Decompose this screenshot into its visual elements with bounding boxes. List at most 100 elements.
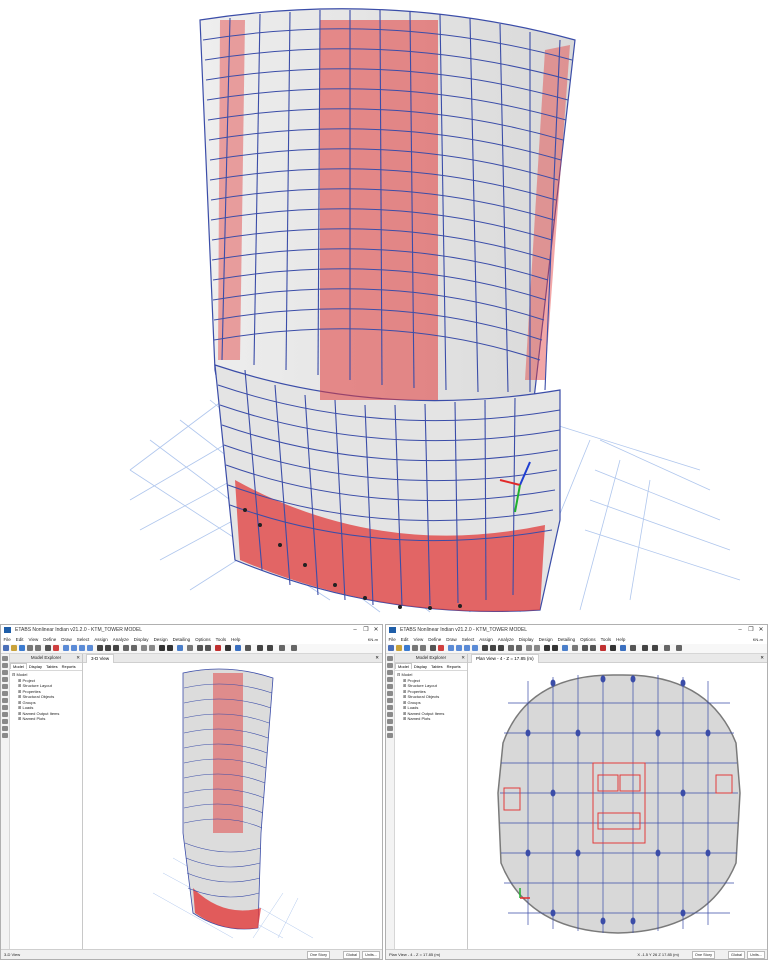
pointer-icon[interactable] (387, 656, 393, 661)
run-analysis-icon[interactable] (438, 645, 444, 651)
draw-link-icon[interactable] (387, 712, 393, 717)
draw-column-icon[interactable] (387, 677, 393, 682)
story-dropdown[interactable]: One Story (691, 951, 715, 959)
close-button[interactable]: ✕ (371, 625, 381, 635)
menu-draw[interactable]: Draw (59, 635, 75, 644)
run-analysis-icon[interactable] (53, 645, 59, 651)
display-options-icon[interactable] (177, 645, 183, 651)
draw-beam-icon[interactable] (387, 670, 393, 675)
draw-tendon-icon[interactable] (2, 719, 8, 724)
minimize-button[interactable]: – (735, 625, 745, 635)
draw-tendon-icon[interactable] (387, 719, 393, 724)
etabs-window-3d[interactable]: ETABS Nonlinear Indian v21.2.0 - KTM_TOW… (0, 624, 383, 960)
view-tab-plan[interactable]: Plan View - 4 - Z = 17.85 (m) (471, 654, 539, 663)
options-icon[interactable] (279, 645, 285, 651)
model-explorer-close-icon[interactable]: ✕ (76, 654, 80, 662)
view-tab-3d[interactable]: 3-D View (86, 654, 115, 663)
undo-icon[interactable] (27, 645, 33, 651)
draw-joint-icon[interactable] (387, 663, 393, 668)
refresh-icon[interactable] (187, 645, 193, 651)
menu-define[interactable]: Define (41, 635, 59, 644)
tab-tables[interactable]: Tables (429, 663, 445, 670)
tab-display[interactable]: Display (412, 663, 429, 670)
force-diagram-icon[interactable] (610, 645, 616, 651)
menu-options[interactable]: Options (193, 635, 214, 644)
draw-floor-icon[interactable] (387, 691, 393, 696)
units-button[interactable]: Units... (747, 951, 765, 959)
perspective-icon[interactable] (131, 645, 137, 651)
menu-assign[interactable]: Assign (92, 635, 111, 644)
draw-opening-icon[interactable] (2, 705, 8, 710)
menu-detailing[interactable]: Detailing (555, 635, 578, 644)
new-model-icon[interactable] (388, 645, 394, 651)
menu-display[interactable]: Display (131, 635, 151, 644)
menu-analyze[interactable]: Analyze (495, 635, 516, 644)
move-down-icon[interactable] (149, 645, 155, 651)
lock-icon[interactable] (45, 645, 51, 651)
perspective-icon[interactable] (516, 645, 522, 651)
zoom-window-icon[interactable] (448, 645, 454, 651)
menu-help[interactable]: Help (614, 635, 628, 644)
menu-edit[interactable]: Edit (13, 635, 26, 644)
draw-dimension-icon[interactable] (2, 726, 8, 731)
draw-column-icon[interactable] (2, 677, 8, 682)
select-all-icon[interactable] (197, 645, 203, 651)
menu-draw[interactable]: Draw (444, 635, 460, 644)
deformed-shape-icon[interactable] (600, 645, 606, 651)
view-3d-icon[interactable] (482, 645, 488, 651)
object-shrink-icon[interactable] (552, 645, 558, 651)
view-3d-icon[interactable] (97, 645, 103, 651)
draw-opening-icon[interactable] (387, 705, 393, 710)
move-down-icon[interactable] (534, 645, 540, 651)
force-diagram-icon[interactable] (225, 645, 231, 651)
draw-floor-icon[interactable] (2, 691, 8, 696)
rotate-3d-icon[interactable] (508, 645, 514, 651)
snap-icon[interactable] (652, 645, 658, 651)
display-options-icon[interactable] (562, 645, 568, 651)
set-display-icon[interactable] (159, 645, 165, 651)
menu-tools[interactable]: Tools (213, 635, 229, 644)
view-close-icon[interactable]: ✕ (760, 654, 764, 662)
close-button[interactable]: ✕ (756, 625, 766, 635)
grid-icon[interactable] (257, 645, 263, 651)
plan-view-icon[interactable] (105, 645, 111, 651)
menu-help[interactable]: Help (229, 635, 243, 644)
redo-icon[interactable] (35, 645, 41, 651)
draw-reference-icon[interactable] (387, 733, 393, 738)
set-display-icon[interactable] (544, 645, 550, 651)
deformed-shape-icon[interactable] (215, 645, 221, 651)
tab-model[interactable]: Model (395, 663, 412, 669)
new-model-icon[interactable] (3, 645, 9, 651)
draw-joint-icon[interactable] (2, 663, 8, 668)
window-icon[interactable] (291, 645, 297, 651)
coord-system-dropdown[interactable]: Global (343, 951, 360, 959)
story-dropdown[interactable]: One Story (306, 951, 330, 959)
design-icon[interactable] (235, 645, 241, 651)
window-icon[interactable] (676, 645, 682, 651)
save-icon[interactable] (404, 645, 410, 651)
view-close-icon[interactable]: ✕ (375, 654, 379, 662)
rotate-3d-icon[interactable] (123, 645, 129, 651)
menu-analyze[interactable]: Analyze (110, 635, 131, 644)
tables-icon[interactable] (630, 645, 636, 651)
menu-design[interactable]: Design (151, 635, 170, 644)
restore-button[interactable]: ❐ (746, 625, 756, 635)
view-3d-panel[interactable]: 3-D View ✕ (83, 654, 382, 950)
menu-select[interactable]: Select (459, 635, 477, 644)
draw-brace-icon[interactable] (2, 684, 8, 689)
redo-icon[interactable] (420, 645, 426, 651)
tables-icon[interactable] (245, 645, 251, 651)
object-shrink-icon[interactable] (167, 645, 173, 651)
tab-display[interactable]: Display (27, 663, 44, 670)
zoom-out-icon[interactable] (464, 645, 470, 651)
plan-view-canvas[interactable] (468, 663, 768, 943)
open-icon[interactable] (396, 645, 402, 651)
pan-icon[interactable] (87, 645, 93, 651)
menu-edit[interactable]: Edit (398, 635, 411, 644)
tab-model[interactable]: Model (10, 663, 27, 669)
zoom-in-icon[interactable] (71, 645, 77, 651)
draw-beam-icon[interactable] (2, 670, 8, 675)
clear-selection-icon[interactable] (590, 645, 596, 651)
etabs-window-plan[interactable]: ETABS Nonlinear Indian v21.2.0 - KTM_TOW… (385, 624, 768, 960)
plan-view-panel[interactable]: Plan View - 4 - Z = 17.85 (m) ✕ (468, 654, 767, 950)
